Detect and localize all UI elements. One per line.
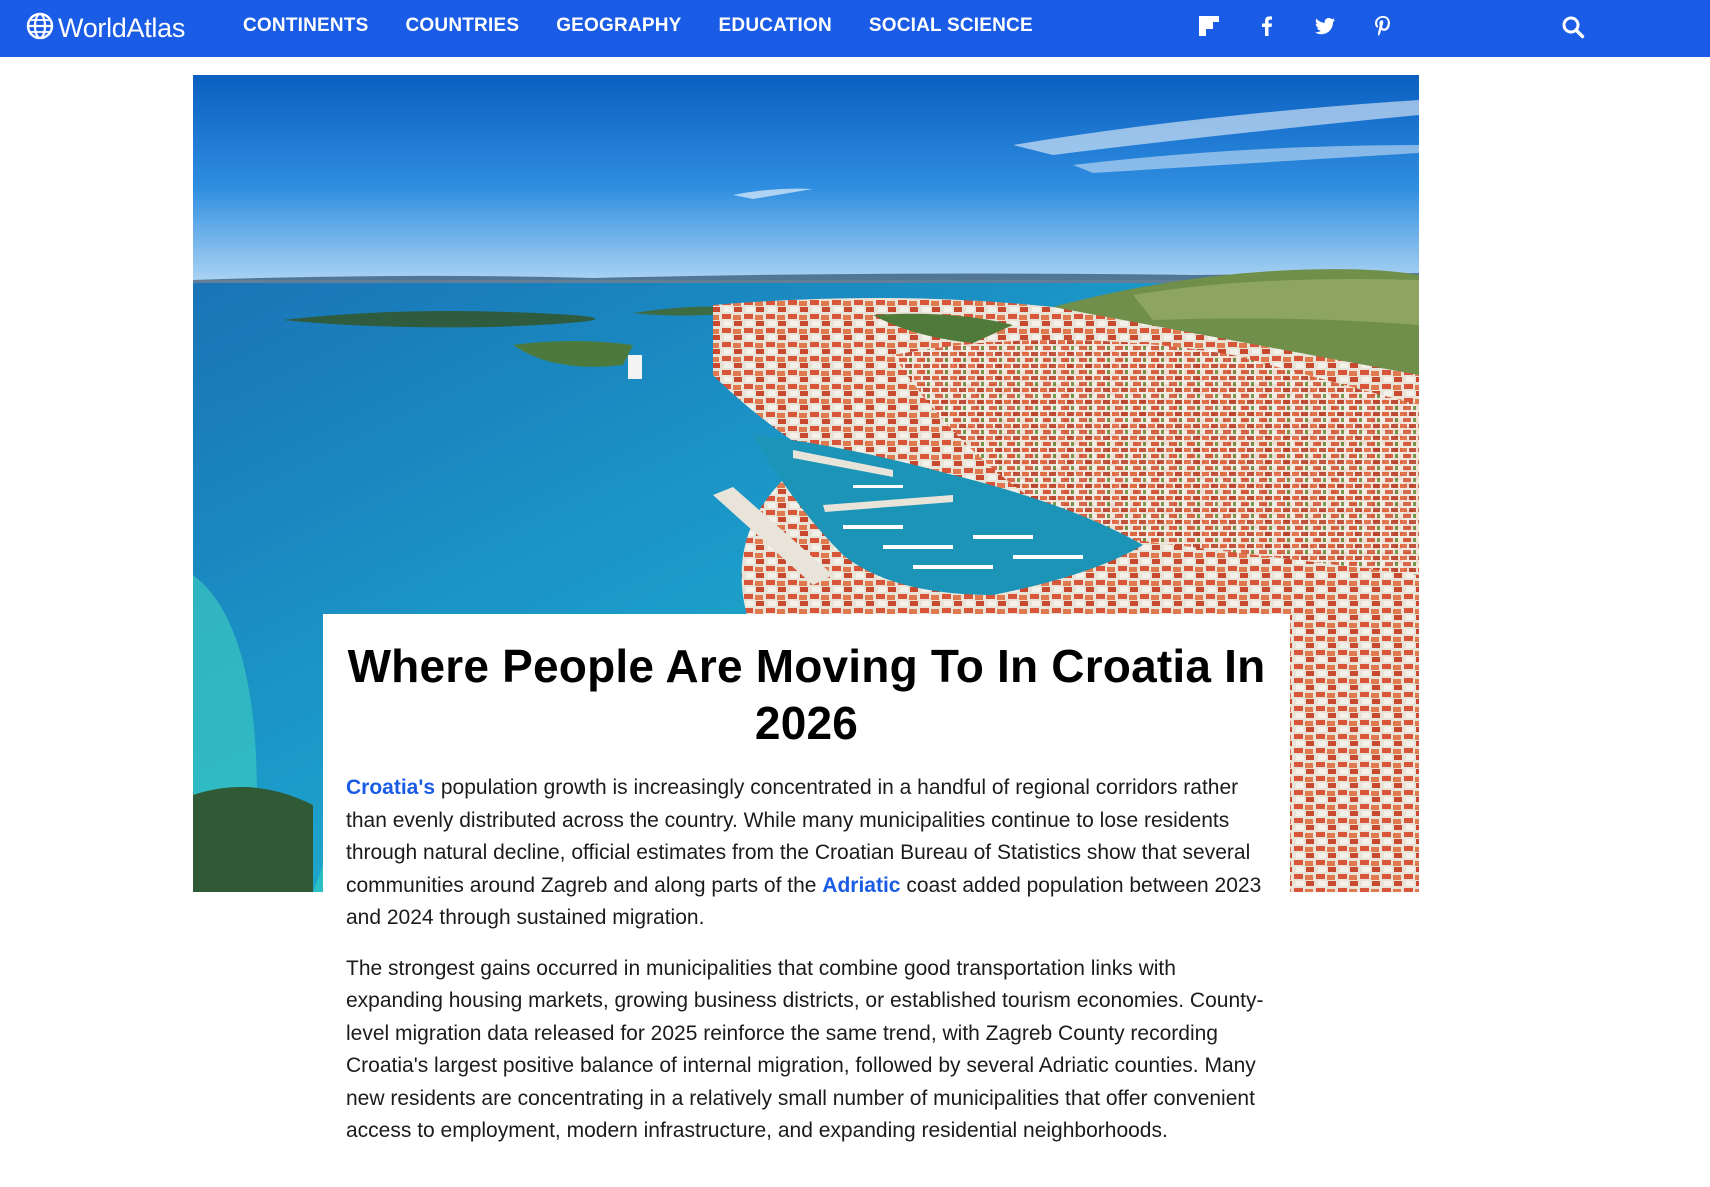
main-nav: CONTINENTS COUNTRIES GEOGRAPHY EDUCATION… — [243, 0, 1070, 52]
article-card: Where People Are Moving To In Croatia In… — [323, 614, 1290, 1148]
nav-geography[interactable]: GEOGRAPHY — [556, 15, 681, 37]
logo-text: WorldAtlas — [58, 12, 186, 43]
facebook-icon[interactable] — [1254, 13, 1280, 39]
croatia-link[interactable]: Croatia's — [346, 776, 435, 799]
article-title: Where People Are Moving To In Croatia In… — [347, 640, 1266, 749]
social-links — [1196, 12, 1428, 40]
nav-education[interactable]: EDUCATION — [719, 15, 832, 37]
article-paragraph-2: The strongest gains occurred in municipa… — [346, 956, 1264, 1143]
nav-countries[interactable]: COUNTRIES — [406, 15, 520, 37]
adriatic-link[interactable]: Adriatic — [822, 874, 900, 897]
nav-continents[interactable]: CONTINENTS — [243, 15, 369, 37]
flipboard-icon[interactable] — [1196, 13, 1222, 39]
article-paragraph-1: Croatia's population growth is increasin… — [346, 772, 1267, 935]
site-logo[interactable]: WorldAtlas — [26, 12, 185, 44]
top-navbar: WorldAtlas CONTINENTS COUNTRIES GEOGRAPH… — [0, 0, 1710, 57]
nav-social-science[interactable]: SOCIAL SCIENCE — [869, 15, 1033, 37]
twitter-icon[interactable] — [1312, 13, 1338, 39]
pinterest-icon[interactable] — [1370, 13, 1396, 39]
globe-icon — [26, 12, 58, 45]
search-icon[interactable] — [1559, 13, 1587, 41]
